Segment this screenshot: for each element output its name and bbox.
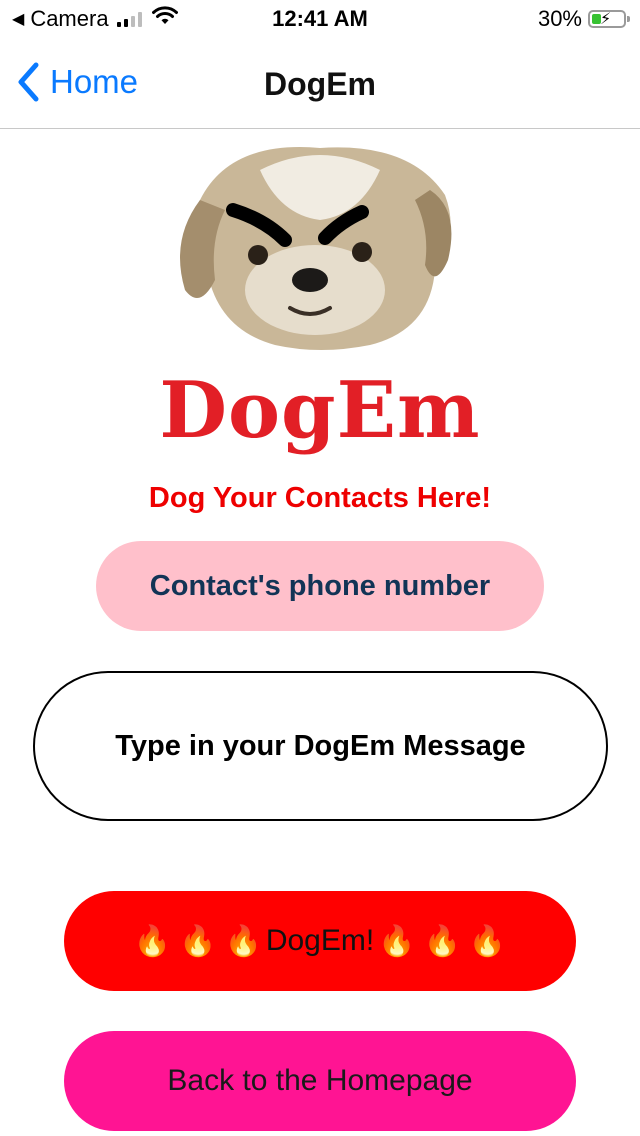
fire-icon: 🔥 — [468, 924, 507, 958]
fire-icon: 🔥 — [133, 924, 172, 958]
logo-text: DogEm — [159, 365, 481, 456]
message-input[interactable]: Type in your DogEm Message — [33, 671, 608, 821]
status-right: 30% ⚡ — [537, 6, 630, 32]
bolt-icon: ⚡ — [600, 11, 612, 28]
fire-icon: 🔥 — [179, 924, 217, 958]
fire-icon: 🔥 — [224, 924, 262, 958]
battery-percent: 30% — [537, 6, 582, 31]
navigation-bar: Home DogEm — [0, 40, 640, 129]
home-button-label: Back to the Homepage — [167, 1064, 473, 1097]
dogem-button-label: DogEm! — [265, 924, 375, 957]
angry-dog-face-icon — [180, 147, 452, 350]
message-placeholder: Type in your DogEm Message — [115, 729, 526, 762]
back-to-homepage-button[interactable]: Back to the Homepage — [64, 1031, 576, 1131]
battery-cap — [627, 16, 630, 22]
phone-number-input[interactable]: Contact's phone number — [96, 541, 544, 631]
fire-icon: 🔥 — [378, 924, 416, 958]
fire-icon: 🔥 — [423, 924, 461, 958]
dogem-send-button[interactable]: 🔥 🔥 🔥 DogEm! 🔥 🔥 🔥 — [64, 891, 576, 991]
battery-charging-icon: ⚡ — [588, 10, 630, 28]
tagline: Dog Your Contacts Here! — [148, 482, 492, 514]
status-bar: ◀ Camera 12:41 AM 30% ⚡ — [0, 0, 640, 40]
phone-number-placeholder: Contact's phone number — [149, 569, 491, 602]
nav-title: DogEm — [264, 66, 376, 102]
dogem-logo: DogEm — [130, 140, 510, 456]
